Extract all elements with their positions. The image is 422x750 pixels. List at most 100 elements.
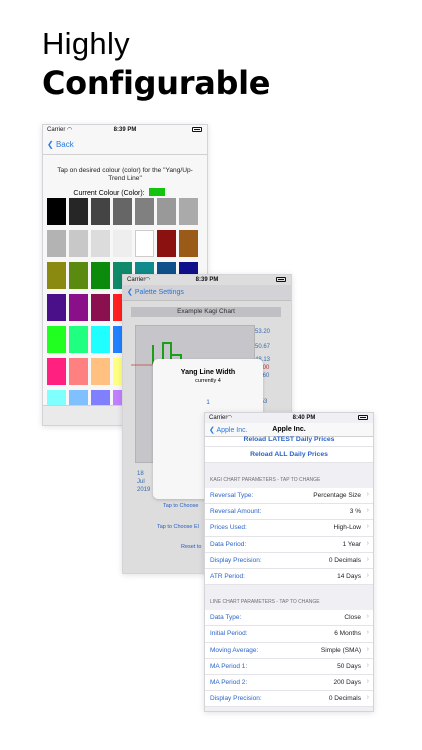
colour-swatch[interactable] bbox=[47, 198, 66, 225]
colour-swatch[interactable] bbox=[47, 294, 66, 321]
colour-swatch[interactable] bbox=[69, 262, 88, 289]
settings-row[interactable]: MA Period 1: 50 Days › bbox=[205, 659, 373, 675]
reload-all-button[interactable]: Reload ALL Daily Prices bbox=[205, 447, 373, 463]
chevron-right-icon: › bbox=[366, 507, 369, 515]
settings-row[interactable]: Display Precision: 0 Decimals › bbox=[205, 691, 373, 708]
chevron-right-icon: › bbox=[366, 629, 369, 637]
settings-row[interactable]: Reversal Amount: 3 % › bbox=[205, 504, 373, 521]
line-parameters-list: Data Type: Close › Initial Period: 6 Months ›… bbox=[205, 610, 373, 708]
row-value: 0 Decimals bbox=[328, 556, 361, 564]
chevron-right-icon: › bbox=[366, 677, 369, 685]
reload-actions: Reload LATEST Daily Prices Reload ALL Da… bbox=[205, 436, 373, 463]
colour-swatch[interactable] bbox=[91, 230, 110, 257]
page-title: Apple Inc. bbox=[272, 426, 306, 433]
row-label: Data Type: bbox=[210, 614, 242, 622]
colour-swatch[interactable] bbox=[91, 326, 110, 353]
instruction-text: Tap on desired colour (color) for the "Y… bbox=[57, 167, 193, 182]
status-bar: Carrier ◠ 8:39 PM bbox=[43, 125, 207, 135]
headline-line-1: Highly bbox=[42, 26, 130, 61]
colour-swatch[interactable] bbox=[47, 230, 66, 257]
colour-swatch[interactable] bbox=[179, 198, 198, 225]
colour-swatch[interactable] bbox=[69, 198, 88, 225]
settings-row[interactable]: Display Precision: 0 Decimals › bbox=[205, 553, 373, 569]
colour-swatch[interactable] bbox=[47, 262, 66, 289]
settings-row[interactable]: Initial Period: 6 Months › bbox=[205, 626, 373, 643]
row-label: ATR Period: bbox=[210, 572, 245, 580]
colour-swatch[interactable] bbox=[47, 358, 66, 385]
row-value: 50 Days bbox=[337, 662, 361, 670]
row-value: 3 % bbox=[349, 508, 361, 516]
nav-bar: ❮ Back bbox=[43, 135, 207, 155]
colour-swatch[interactable] bbox=[91, 294, 110, 321]
settings-row[interactable]: ATR Period: 14 Days › bbox=[205, 569, 373, 586]
colour-swatch[interactable] bbox=[47, 326, 66, 353]
row-label: Reversal Amount: bbox=[210, 508, 262, 516]
row-value: Close bbox=[344, 614, 361, 622]
colour-swatch[interactable] bbox=[135, 198, 154, 225]
colour-swatch[interactable] bbox=[157, 198, 176, 225]
row-value: 1 Year bbox=[342, 540, 361, 548]
chevron-right-icon: › bbox=[366, 661, 369, 669]
row-label: MA Period 1: bbox=[210, 662, 248, 670]
stock-settings-screen: Carrier ◠ 8:40 PM ❮ Apple Inc. Apple Inc… bbox=[204, 412, 374, 712]
row-value: Simple (SMA) bbox=[320, 646, 361, 654]
colour-swatch[interactable] bbox=[157, 230, 176, 257]
chevron-left-icon: ❮ bbox=[47, 140, 54, 149]
colour-swatch[interactable] bbox=[69, 294, 88, 321]
row-label: Reversal Type: bbox=[210, 492, 254, 499]
current-colour-swatch bbox=[148, 188, 165, 196]
headline-line-2: Configurable bbox=[42, 64, 271, 102]
colour-swatch[interactable] bbox=[179, 230, 198, 257]
colour-swatch[interactable] bbox=[113, 230, 132, 257]
settings-row[interactable]: Data Period: 1 Year › bbox=[205, 537, 373, 553]
row-label: Initial Period: bbox=[210, 630, 248, 638]
settings-row[interactable]: Reversal Type: Percentage Size › bbox=[205, 488, 373, 505]
line-section-header: LINE CHART PARAMETERS - TAP TO CHANGE bbox=[210, 599, 320, 606]
row-label: MA Period 2: bbox=[210, 678, 248, 686]
colour-swatch[interactable] bbox=[91, 358, 110, 385]
back-button[interactable]: ❮ Back bbox=[47, 140, 74, 149]
row-value: High-Low bbox=[333, 524, 361, 532]
row-label: Prices Used: bbox=[210, 524, 247, 532]
row-value: 14 Days bbox=[337, 572, 361, 580]
settings-row[interactable]: MA Period 2: 200 Days › bbox=[205, 675, 373, 692]
colour-swatch[interactable] bbox=[69, 326, 88, 353]
colour-swatch[interactable] bbox=[113, 198, 132, 225]
row-value: 6 Months bbox=[334, 630, 361, 638]
row-label: Display Precision: bbox=[210, 556, 262, 564]
chevron-right-icon: › bbox=[366, 491, 369, 498]
row-label: Data Period: bbox=[210, 540, 247, 548]
chevron-right-icon: › bbox=[366, 539, 369, 547]
chevron-right-icon: › bbox=[366, 613, 369, 621]
row-label: Moving Average: bbox=[210, 646, 259, 654]
kagi-section-header: KAGI CHART PARAMETERS - TAP TO CHANGE bbox=[210, 477, 321, 483]
colour-swatch[interactable] bbox=[69, 358, 88, 385]
chevron-right-icon: › bbox=[366, 694, 369, 702]
chevron-right-icon: › bbox=[366, 645, 369, 653]
colour-swatch[interactable] bbox=[91, 262, 110, 289]
chevron-right-icon: › bbox=[366, 523, 369, 531]
settings-row[interactable]: Prices Used: High-Low › bbox=[205, 520, 373, 537]
current-colour-row: Current Colour (Color): bbox=[43, 188, 201, 197]
colour-swatch[interactable] bbox=[91, 198, 110, 225]
dialog-subtitle: currently 4 bbox=[195, 378, 221, 384]
back-label: Back bbox=[55, 140, 74, 149]
colour-swatch[interactable] bbox=[135, 230, 154, 257]
row-value: 0 Decimals bbox=[328, 695, 361, 703]
settings-row[interactable]: Moving Average: Simple (SMA) › bbox=[205, 643, 373, 659]
settings-row[interactable]: Data Type: Close › bbox=[205, 610, 373, 627]
row-value: 200 Days bbox=[333, 678, 361, 686]
row-value: Percentage Size bbox=[313, 492, 361, 499]
kagi-parameters-list: Reversal Type: Percentage Size › Reversal A… bbox=[205, 488, 373, 586]
battery-icon bbox=[192, 127, 202, 132]
chevron-right-icon: › bbox=[366, 571, 369, 579]
dialog-title: Yang Line Width bbox=[180, 369, 236, 376]
width-option[interactable]: 1 bbox=[153, 399, 263, 406]
current-colour-label: Current Colour (Color): bbox=[73, 190, 145, 197]
chevron-right-icon: › bbox=[366, 555, 369, 563]
status-time: 8:39 PM bbox=[113, 127, 137, 133]
nav-bar: ❮ Apple Inc. Apple Inc. bbox=[205, 413, 373, 437]
colour-swatch[interactable] bbox=[69, 230, 88, 257]
row-label: Display Precision: bbox=[210, 695, 262, 703]
reload-latest-button[interactable]: Reload LATEST Daily Prices bbox=[205, 436, 373, 447]
